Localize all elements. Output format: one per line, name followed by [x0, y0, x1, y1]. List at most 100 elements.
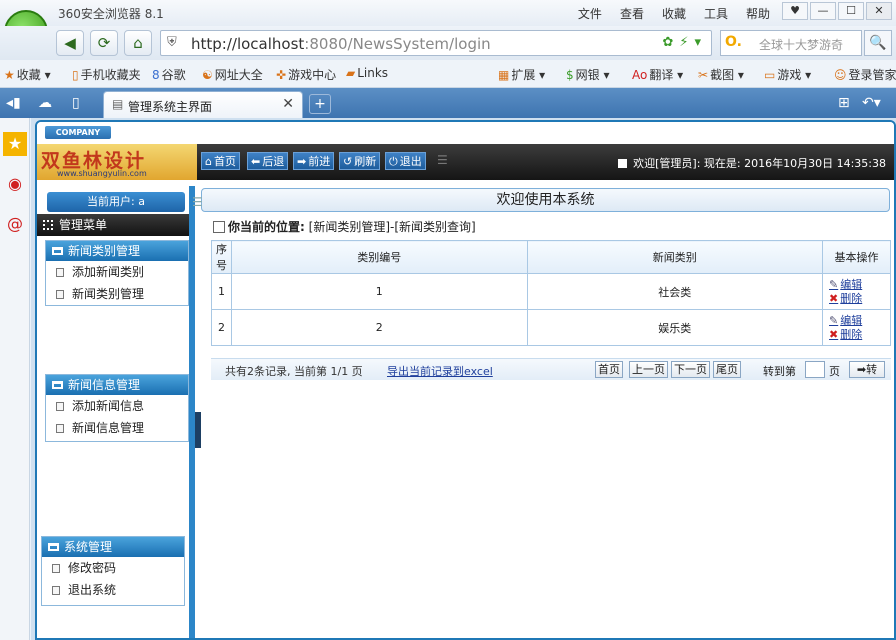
edit-link[interactable]: ✎ 编辑 — [829, 278, 890, 292]
fav-extensions[interactable]: ▦ 扩展 ▾ — [498, 66, 545, 83]
nav-manage-category[interactable]: 新闻类别管理 — [46, 283, 188, 305]
cell-id: 2 — [230, 309, 528, 346]
menu-view[interactable]: 查看 — [620, 5, 644, 22]
search-engine-icon[interactable]: O. — [725, 34, 742, 50]
address-url: http://localhost:8080/NewsSystem/login — [191, 35, 491, 53]
refresh-button[interactable]: ↺ 刷新 — [339, 152, 381, 170]
search-input[interactable]: O. 全球十大梦游奇 — [720, 30, 862, 56]
pencil-icon: ✎ — [829, 313, 839, 327]
logout-button[interactable]: ⏻ 退出 — [385, 152, 426, 170]
fav-screenshot[interactable]: ✂ 截图 ▾ — [698, 66, 744, 83]
page-icon — [52, 586, 60, 595]
page-icon — [56, 268, 64, 277]
fav-google[interactable]: 8 谷歌 — [152, 66, 186, 83]
fav-bank[interactable]: $ 网银 ▾ — [566, 66, 610, 83]
fav-sites[interactable]: ☯ 网址大全 — [202, 66, 263, 83]
first-page-button[interactable]: 首页 — [595, 361, 623, 378]
nav-logout[interactable]: 退出系统 — [42, 579, 184, 601]
cell-name: 社会类 — [526, 273, 824, 310]
tab-main[interactable]: ▤ 管理系统主界面 ✕ — [103, 91, 303, 118]
reload-icon[interactable]: ⟳ — [90, 30, 118, 56]
fav-games[interactable]: ✜ 游戏中心 — [276, 66, 336, 83]
nav-change-password[interactable]: 修改密码 — [42, 557, 184, 579]
tab-list-icon[interactable]: ⊞ — [838, 95, 850, 111]
new-tab-button[interactable]: + — [309, 94, 331, 114]
last-page-button[interactable]: 尾页 — [713, 361, 741, 378]
company-badge: COMPANY — [45, 126, 111, 139]
fav-collect[interactable]: ★ 收藏 ▾ — [4, 66, 51, 83]
next-page-button[interactable]: 下一页 — [671, 361, 710, 378]
undo-icon[interactable]: ↶▾ — [862, 95, 881, 111]
back-button[interactable]: ⬅ 后退 — [247, 152, 289, 170]
pencil-icon: ✎ — [829, 277, 839, 291]
search-icon[interactable]: 🔍 — [864, 30, 892, 56]
col-name: 新闻类别 — [526, 240, 824, 274]
game-icon: ▭ — [764, 68, 776, 82]
go-button[interactable]: ➡转 — [849, 361, 885, 378]
home-icon[interactable]: ⌂ — [124, 30, 152, 56]
fav-translate[interactable]: Ao 翻译 ▾ — [632, 66, 683, 83]
weibo-icon[interactable]: ◉ — [3, 172, 27, 196]
sites-icon: ☯ — [202, 68, 213, 82]
nav-add-category[interactable]: 添加新闻类别 — [46, 261, 188, 283]
col-ops: 基本操作 — [822, 240, 891, 274]
home-button[interactable]: ⌂ 首页 — [201, 152, 240, 170]
cell-seq: 1 — [211, 273, 232, 310]
fav-links[interactable]: ▰ Links — [346, 66, 388, 80]
delete-link[interactable]: ✖ 删除 — [829, 292, 890, 306]
nav-manage-news[interactable]: 新闻信息管理 — [46, 417, 188, 439]
home-icon: ⌂ — [205, 155, 212, 168]
edit-link[interactable]: ✎ 编辑 — [829, 314, 890, 328]
maximize-button[interactable]: ☐ — [838, 2, 864, 20]
app-frame: COMPANY 双鱼林设计 www.shuangyulin.com ⌂ 首页 ⬅ 后… — [31, 118, 896, 640]
page-icon — [56, 424, 64, 433]
nav-group-system: 系统管理 修改密码 退出系统 — [41, 536, 185, 606]
favorites-star-icon[interactable]: ★ — [3, 132, 27, 156]
favorites-bar: ★ 收藏 ▾ ▯ 手机收藏夹 8 谷歌 ☯ 网址大全 ✜ 游戏中心 ▰ Links ▦ 扩展 … — [0, 60, 896, 88]
prev-page-button[interactable]: 上一页 — [629, 361, 668, 378]
refresh-icon: ↺ — [343, 155, 353, 168]
table-header-row: 序号 类别编号 新闻类别 基本操作 — [211, 240, 891, 274]
nav-add-news[interactable]: 添加新闻信息 — [46, 395, 188, 417]
page-number-input[interactable] — [805, 361, 825, 378]
current-user: 当前用户: a — [47, 192, 185, 212]
checkbox-icon — [213, 221, 225, 233]
menu-file[interactable]: 文件 — [578, 5, 602, 22]
mail-icon[interactable]: @ — [3, 212, 27, 236]
power-icon: ⏻ — [389, 155, 398, 168]
close-tab-icon[interactable]: ✕ — [282, 96, 294, 112]
category-table: 序号 类别编号 新闻类别 基本操作 1 1 社会类 ✎ 编辑 ✖ 删除 2 2 … — [211, 240, 891, 346]
close-button[interactable]: ✕ — [866, 2, 892, 20]
browser-sidebar: ★ ◉ @ — [0, 118, 30, 640]
col-seq: 序号 — [211, 240, 232, 274]
translate-icon: Ao — [632, 68, 648, 82]
cell-seq: 2 — [211, 309, 232, 346]
welcome-banner: ☰ 欢迎使用本系统 — [192, 188, 890, 212]
sidebar-toggle-icon[interactable]: ◂▮ — [6, 95, 21, 111]
browser-navbar: ◀ ⟳ ⌂ ⛨ http://localhost:8080/NewsSystem… — [0, 26, 896, 60]
address-bar[interactable]: ⛨ http://localhost:8080/NewsSystem/login… — [160, 30, 712, 56]
nav-group-title[interactable]: 新闻类别管理 — [46, 241, 188, 261]
nav-group-title[interactable]: 系统管理 — [42, 537, 184, 557]
cloud-icon[interactable]: ☁ — [38, 95, 52, 111]
menu-tools[interactable]: 工具 — [704, 5, 728, 22]
menu-help[interactable]: 帮助 — [746, 5, 770, 22]
nav-group-title[interactable]: 新闻信息管理 — [46, 375, 188, 395]
export-excel-link[interactable]: 导出当前记录到excel — [387, 363, 493, 379]
browser-titlebar: 360安全浏览器 8.1 文件 查看 收藏 工具 帮助 ♥ — ☐ ✕ — [0, 0, 896, 26]
address-tools-icon[interactable]: ✿⚡▾ — [662, 35, 707, 50]
fav-mobile[interactable]: ▯ 手机收藏夹 — [72, 66, 141, 83]
phone-icon[interactable]: ▯ — [72, 95, 80, 111]
fav-game[interactable]: ▭ 游戏 ▾ — [764, 66, 811, 83]
fav-login[interactable]: ☺ 登录管家 — [834, 66, 896, 83]
minimize-button[interactable]: — — [810, 2, 836, 20]
brand-logo: 双鱼林设计 www.shuangyulin.com — [37, 144, 197, 180]
back-icon[interactable]: ◀ — [56, 30, 84, 56]
arrow-right-icon: ➡ — [297, 155, 307, 168]
table-row: 2 2 娱乐类 ✎ 编辑 ✖ 删除 — [211, 309, 891, 346]
skin-icon[interactable]: ♥ — [782, 2, 808, 20]
forward-button[interactable]: ➡ 前进 — [293, 152, 335, 170]
menu-favorites[interactable]: 收藏 — [662, 5, 686, 22]
tab-bar: ◂▮ ☁ ▯ ▤ 管理系统主界面 ✕ + ⊞ ↶▾ — [0, 88, 896, 118]
delete-link[interactable]: ✖ 删除 — [829, 328, 890, 342]
